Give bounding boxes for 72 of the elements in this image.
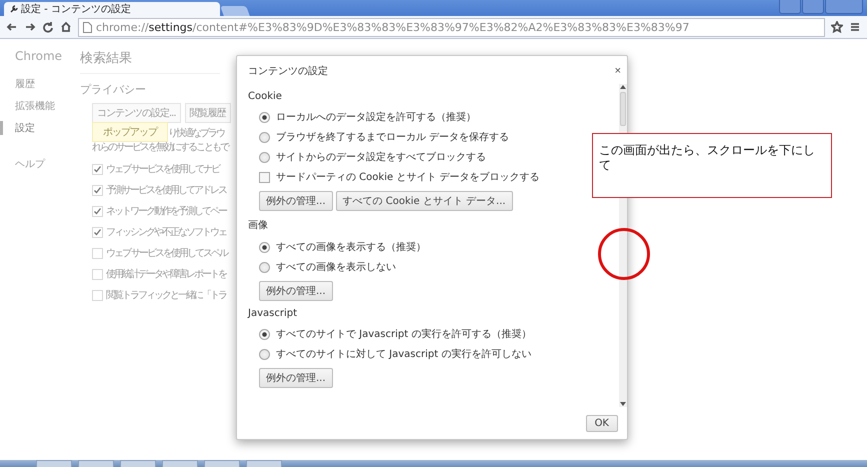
option-label: ウェブ サービスを使用してナビ [106, 162, 220, 176]
radio-button[interactable] [259, 152, 270, 162]
dialog-button[interactable]: 例外の管理... [259, 191, 333, 211]
taskbar-button[interactable] [78, 460, 114, 467]
scroll-down-icon[interactable] [620, 401, 626, 407]
forward-icon[interactable] [24, 21, 36, 33]
dialog-button[interactable]: 例外の管理... [259, 368, 333, 388]
radio-button[interactable] [259, 132, 270, 142]
checkbox[interactable] [259, 172, 270, 182]
dialog-button[interactable]: 例外の管理... [259, 281, 333, 301]
maximize-button[interactable] [802, 0, 824, 14]
browser-tab[interactable]: 設定 - コンテンツの設定 [4, 2, 220, 16]
group-heading: Javascript [248, 308, 297, 319]
new-tab-button[interactable] [220, 6, 250, 16]
option-label: ネットワーク動作を予測してペー [106, 204, 226, 218]
checkbox[interactable] [92, 248, 103, 258]
address-bar[interactable]: chrome://settings/content#%E3%83%9D%E3%83%83%E3%83%97%E3%82%A2%E3%83%83%E3%83%97 [78, 18, 825, 36]
taskbar-button[interactable] [120, 460, 156, 467]
ok-button[interactable]: OK [586, 415, 618, 432]
radio-button[interactable] [259, 242, 270, 252]
option-label: ウェブ サービスを使用してスペル [106, 246, 228, 260]
option-label: すべてのサイトで Javascript の実行を許可する（推奨） [276, 328, 532, 341]
description-text: り快適なブラウ [168, 127, 224, 141]
checkbox[interactable] [92, 184, 103, 196]
option-label: すべての画像を表示しない [276, 260, 396, 274]
checkbox[interactable] [92, 290, 103, 300]
option-label: ローカルへのデータ設定を許可する（推奨） [276, 110, 476, 124]
home-icon[interactable] [60, 21, 72, 33]
checkbox[interactable] [92, 226, 103, 238]
option-label: ブラウザを終了するまでローカル データを保存する [276, 130, 510, 144]
note-tooltip: この画面が出たら、スクロールを下にして [592, 133, 832, 198]
sidebar-title: Chrome [15, 49, 62, 63]
scrollbar-thumb[interactable] [620, 92, 626, 126]
option-label: サイトからのデータ設定をすべてブロックする [276, 150, 486, 164]
checkbox[interactable] [92, 268, 103, 280]
option-label: 予測サービスを使用してアドレス [106, 184, 226, 197]
sidebar-item[interactable]: 設定 [0, 121, 35, 135]
taskbar-button[interactable] [204, 460, 240, 467]
radio-button[interactable] [259, 328, 270, 340]
radio-button[interactable] [259, 348, 270, 360]
scroll-up-icon[interactable] [620, 84, 626, 90]
taskbar-button[interactable] [36, 460, 72, 467]
dialog-title: コンテンツの設定 [248, 64, 328, 78]
option-label: フィッシングや不正なソフトウェ [106, 226, 226, 239]
bookmark-star-icon[interactable] [831, 21, 843, 33]
dialog-button[interactable]: すべての Cookie とサイト データ... [336, 191, 513, 211]
back-icon[interactable] [6, 21, 18, 33]
radio-button[interactable] [259, 262, 270, 272]
checkbox[interactable] [92, 164, 103, 174]
popup-tooltip: ポップアップ [92, 122, 168, 142]
option-label: すべてのサイトに対して Javascript の実行を許可しない [276, 348, 532, 361]
option-label: 閲覧トラフィックと一緒に「トラ [106, 288, 226, 302]
section-heading: プライバシー [80, 82, 146, 97]
minimize-button[interactable] [779, 0, 801, 14]
menu-icon[interactable] [849, 21, 861, 33]
group-heading: Cookie [248, 91, 282, 102]
option-label: すべての画像を表示する（推奨） [276, 240, 426, 254]
radio-button[interactable] [259, 112, 270, 122]
highlight-circle [598, 228, 650, 280]
wrench-icon [10, 5, 18, 13]
taskbar-button[interactable] [162, 460, 198, 467]
description-text: れらのサービスを無効にすることもで [92, 141, 228, 155]
page-title: 検索結果 [80, 50, 133, 67]
page-icon [83, 22, 92, 32]
taskbar-button[interactable] [246, 460, 282, 467]
group-heading: 画像 [248, 219, 268, 232]
option-label: サードパーティの Cookie とサイト データをブロックする [276, 170, 540, 184]
close-button[interactable]: × [614, 65, 621, 77]
option-label: 使用統計データや障害レポートを [106, 268, 226, 281]
checkbox[interactable] [92, 206, 103, 216]
close-button[interactable] [825, 0, 863, 14]
reload-icon[interactable] [42, 21, 54, 33]
